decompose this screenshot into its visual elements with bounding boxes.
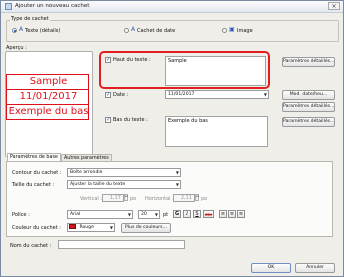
chevron-down-icon: ▼ [109, 225, 113, 230]
vertical-input[interactable]: 1,17 [102, 194, 124, 202]
font-value: Arial [70, 212, 81, 217]
font-label: Police : [12, 212, 30, 218]
date-format-select[interactable]: 11/01/2017 ▼ [165, 90, 269, 99]
horizontal-label: Horizontal : [145, 196, 174, 202]
font-size-unit: pt [163, 212, 169, 218]
top-text-checkbox[interactable]: ✓ [105, 57, 111, 63]
stamp-name-input[interactable] [58, 240, 185, 249]
date-details-button[interactable]: Paramètres détaillés... [282, 102, 335, 112]
text-icon: A [19, 26, 24, 33]
app-icon [5, 3, 12, 10]
window-title: Ajouter un nouveau cachet [15, 3, 90, 9]
size-value: Ajuster la taille du texte [70, 182, 126, 187]
horizontal-spinner[interactable]: ▴▾ [195, 194, 199, 201]
image-icon: ▣ [229, 26, 235, 33]
outline-select[interactable]: Boîte arrondie ▼ [67, 168, 181, 177]
font-size-select[interactable]: 20 ▼ [138, 210, 160, 219]
stamp-name-label: Nom du cachet : [10, 243, 52, 249]
cancel-button[interactable]: Annuler [295, 263, 335, 273]
chevron-down-icon: ▼ [154, 212, 158, 217]
top-text-input[interactable]: Sample [165, 56, 266, 86]
radio-text-details[interactable] [12, 28, 17, 33]
radio-image[interactable] [222, 28, 227, 33]
chevron-down-icon: ▼ [175, 182, 179, 187]
top-text-details-button[interactable]: Paramètres détaillés... [282, 57, 335, 67]
ok-button[interactable]: OK [251, 263, 291, 273]
align-right-button[interactable]: ≡ [237, 210, 245, 218]
vertical-unit: po [130, 196, 137, 202]
preview-divider-2 [7, 104, 88, 105]
bottom-text-label: Bas du texte : [113, 117, 148, 123]
radio-image-label: Image [237, 28, 253, 34]
radio-text-details-label: Texte (détails) [25, 28, 61, 34]
radio-date-stamp-label: Cachet de date [137, 28, 176, 34]
chevron-down-icon: ▼ [175, 170, 179, 175]
align-center-icon: ≡ [229, 211, 235, 217]
size-select[interactable]: Ajuster la taille du texte ▼ [67, 180, 181, 189]
stamp-type-legend: Type de cachet [10, 16, 50, 22]
more-colors-button[interactable]: Plus de couleurs... [121, 223, 171, 233]
bold-button[interactable]: G [173, 210, 181, 218]
date-stamp-icon: A [131, 26, 136, 33]
preview-bottom-line: Exemple du bas [8, 106, 89, 117]
font-size-value: 20 [141, 212, 147, 217]
preview-date-line: 11/01/2017 [19, 91, 78, 102]
date-label: Date : [113, 92, 129, 98]
align-left-button[interactable]: ≡ [219, 210, 227, 218]
align-right-icon: ≡ [238, 211, 244, 217]
underline-button[interactable]: S [193, 210, 201, 218]
italic-button[interactable]: I [183, 210, 191, 218]
outline-label: Contour du cachet : [12, 170, 62, 176]
bottom-text-checkbox[interactable]: ✓ [105, 117, 111, 123]
top-text-label: Haut du texte : [113, 57, 151, 63]
chevron-down-icon: ▼ [263, 92, 267, 97]
add-stamp-dialog: Ajouter un nouveau cachet × Type de cach… [0, 0, 344, 277]
chevron-down-icon: ▼ [127, 212, 131, 217]
date-time-format-button[interactable]: Mod. date/heu... [282, 90, 335, 100]
color-select[interactable]: Rouge ▼ [67, 223, 115, 232]
font-select[interactable]: Arial ▼ [67, 210, 133, 219]
vertical-label: Vertical : [80, 196, 102, 202]
radio-date-stamp[interactable] [124, 28, 129, 33]
color-swatch [69, 224, 76, 229]
color-value: Rouge [79, 225, 94, 230]
align-left-icon: ≡ [220, 211, 226, 217]
date-checkbox[interactable]: ✓ [105, 92, 111, 98]
strikethrough-button[interactable]: abc [203, 210, 214, 218]
bottom-text-input[interactable]: Exemple du bas [165, 116, 268, 147]
outline-value: Boîte arrondie [70, 170, 103, 175]
date-format-value: 11/01/2017 [168, 92, 195, 97]
stamp-preview: Sample 11/01/2017 Exemple du bas [6, 74, 89, 120]
bottom-text-details-button[interactable]: Paramètres détaillés... [282, 117, 335, 127]
align-center-button[interactable]: ≡ [228, 210, 236, 218]
preview-top-line: Sample [29, 76, 68, 87]
color-label: Couleur du cachet : [12, 225, 61, 231]
preview-divider-1 [7, 89, 88, 90]
vertical-spinner[interactable]: ▴▾ [124, 194, 128, 201]
close-button[interactable]: × [328, 2, 340, 10]
title-bar: Ajouter un nouveau cachet × [1, 1, 343, 13]
horizontal-input[interactable]: 2,11 [173, 194, 195, 202]
horizontal-unit: po [201, 196, 208, 202]
size-label: Taille du cachet : [12, 182, 55, 188]
